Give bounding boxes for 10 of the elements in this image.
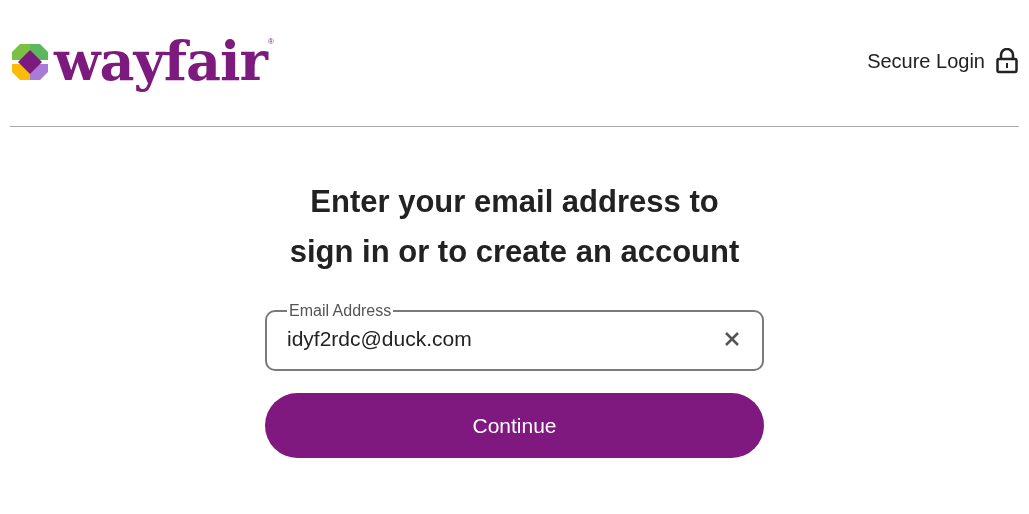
secure-login-text: Secure Login: [867, 49, 985, 74]
lock-icon: [995, 48, 1019, 74]
heading-line: sign in or to create an account: [289, 233, 740, 271]
heading-line: Enter your email address to: [310, 183, 719, 221]
registered-mark: ®: [268, 36, 274, 46]
email-input[interactable]: idyf2rdc@duck.com: [287, 323, 722, 355]
continue-button[interactable]: Continue: [265, 393, 764, 458]
logo-icon: [10, 42, 50, 82]
field-label: Email Address: [288, 301, 393, 321]
close-icon: [725, 331, 739, 346]
